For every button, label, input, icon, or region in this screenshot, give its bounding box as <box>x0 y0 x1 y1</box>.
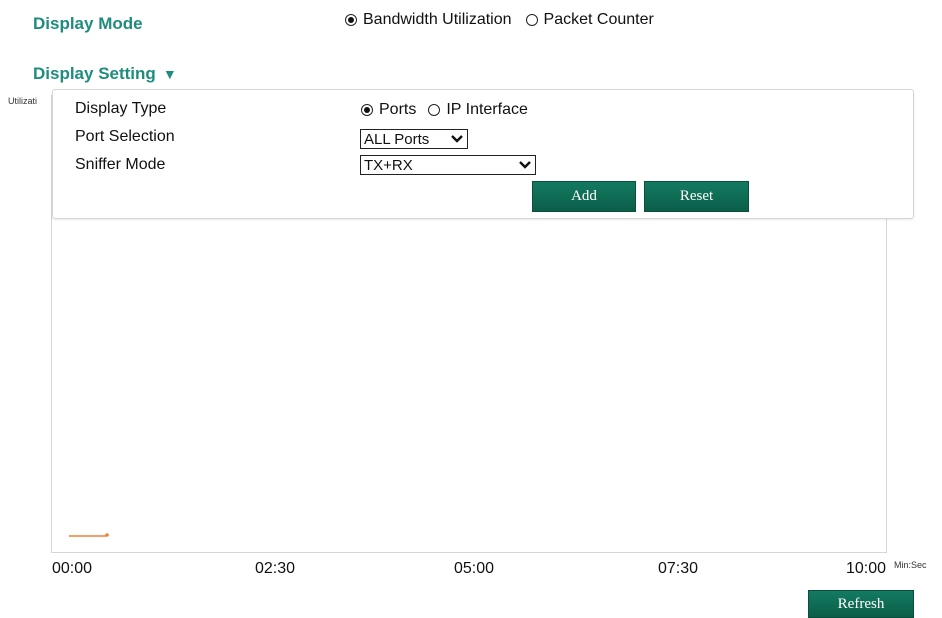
port-selection-select[interactable]: ALL Ports <box>360 129 468 149</box>
radio-ports[interactable]: Ports <box>361 101 416 119</box>
display-setting-toggle[interactable]: Display Setting ▼ <box>33 64 177 84</box>
display-type-radio-group: Ports IP Interface <box>361 101 528 119</box>
chevron-down-icon <box>451 135 463 143</box>
radio-bandwidth-utilization-label: Bandwidth Utilization <box>363 11 512 28</box>
port-selection-value: ALL Ports <box>364 130 430 148</box>
radio-unselected-icon <box>428 104 441 116</box>
display-setting-label: Display Setting <box>33 64 156 83</box>
x-tick-label: 07:30 <box>658 560 699 577</box>
sniffer-mode-select[interactable]: TX+RX <box>360 155 536 175</box>
x-tick-label: 05:00 <box>454 560 495 577</box>
display-mode-radio-group: Bandwidth Utilization Packet Counter <box>345 11 654 29</box>
sniffer-mode-value: TX+RX <box>364 156 413 174</box>
radio-packet-counter[interactable]: Packet Counter <box>525 11 654 29</box>
sniffer-mode-label: Sniffer Mode <box>75 156 166 173</box>
radio-bandwidth-utilization[interactable]: Bandwidth Utilization <box>345 11 512 29</box>
radio-selected-icon <box>361 104 373 116</box>
radio-packet-counter-label: Packet Counter <box>543 11 654 28</box>
display-mode-label: Display Mode <box>33 14 143 33</box>
radio-ports-label: Ports <box>379 101 417 118</box>
x-tick-label: 10:00 <box>846 560 887 577</box>
x-tick-label: 00:00 <box>52 560 93 577</box>
series-point <box>105 533 109 537</box>
display-type-label: Display Type <box>75 100 167 117</box>
x-tick-label: 02:30 <box>255 560 296 577</box>
refresh-button[interactable]: Refresh <box>808 590 914 618</box>
x-axis-unit: Min:Sec <box>894 560 927 570</box>
radio-ip-interface[interactable]: IP Interface <box>428 101 528 119</box>
radio-selected-icon <box>345 14 357 26</box>
reset-button[interactable]: Reset <box>644 181 749 212</box>
radio-ip-interface-label: IP Interface <box>446 101 528 118</box>
y-axis-label: Utilizati <box>8 96 38 106</box>
port-selection-label: Port Selection <box>75 128 175 145</box>
display-setting-panel: Display Type Ports IP Interface Port Sel… <box>52 89 914 219</box>
add-button[interactable]: Add <box>532 181 636 212</box>
triangle-down-icon: ▼ <box>162 66 177 82</box>
chevron-down-icon <box>519 161 531 169</box>
radio-unselected-icon <box>525 14 538 26</box>
